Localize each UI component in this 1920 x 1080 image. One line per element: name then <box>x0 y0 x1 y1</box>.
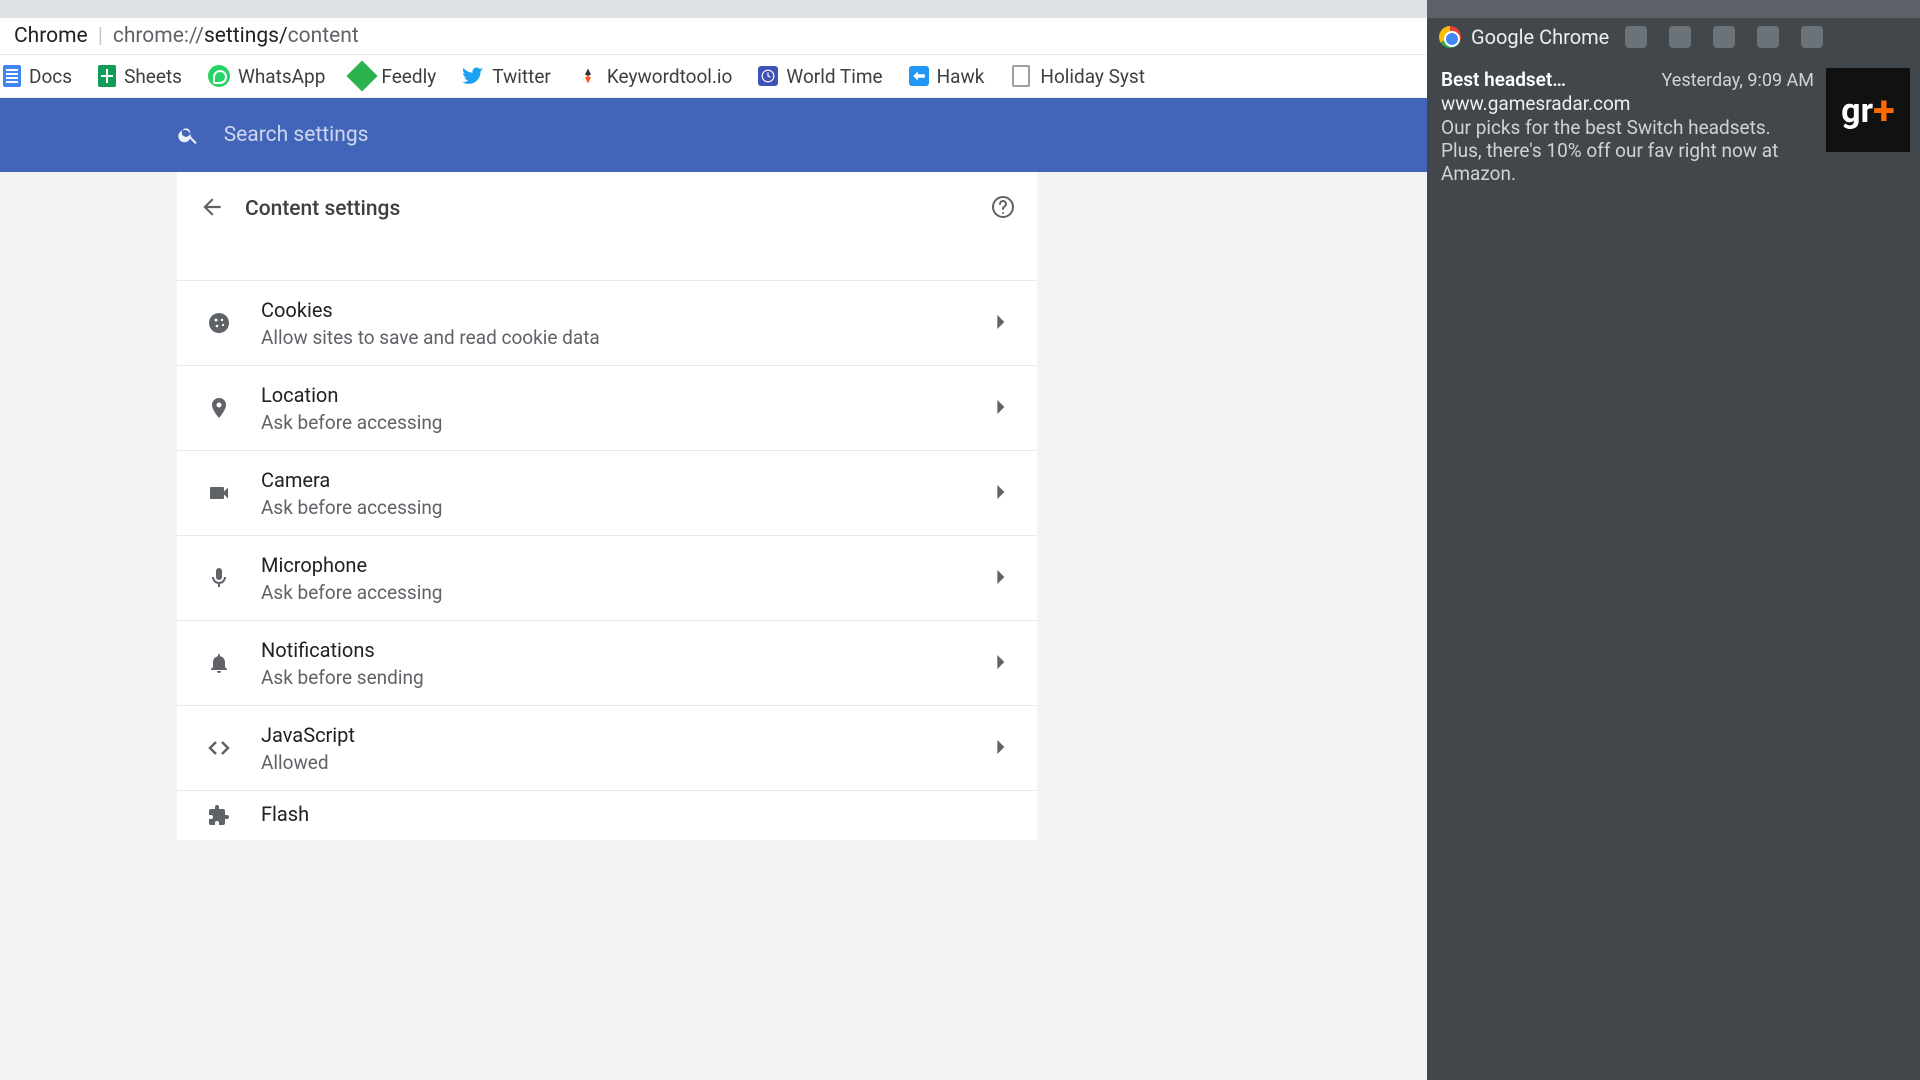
setting-camera[interactable]: Camera Ask before accessing <box>177 450 1037 535</box>
location-icon <box>207 396 247 420</box>
url-scheme: chrome:// <box>113 24 204 48</box>
setting-flash[interactable]: Flash <box>177 790 1037 840</box>
setting-subtitle: Ask before sending <box>261 666 424 689</box>
page-title: Content settings <box>245 197 991 221</box>
bookmark-label: Sheets <box>124 65 182 88</box>
arrow-left-icon <box>199 194 225 220</box>
chevron-right-icon <box>997 314 1007 333</box>
menubar-icon <box>1669 26 1691 48</box>
bookmark-docs[interactable]: Docs <box>3 65 72 88</box>
bookmark-label: WhatsApp <box>238 65 325 88</box>
setting-title: Camera <box>261 468 442 492</box>
setting-title: Flash <box>261 802 309 826</box>
setting-javascript[interactable]: JavaScript Allowed <box>177 705 1037 790</box>
bookmark-label: World Time <box>786 65 882 88</box>
url-page: content <box>288 24 359 48</box>
bookmark-label: Hawk <box>937 65 985 88</box>
hawk-icon <box>909 66 929 86</box>
bookmark-keywordtool[interactable]: Keywordtool.io <box>577 65 733 88</box>
notification-description: Our picks for the best Switch headsets. … <box>1441 116 1814 186</box>
setting-subtitle: Allow sites to save and read cookie data <box>261 326 600 349</box>
bookmark-label: Holiday Syst <box>1040 65 1145 88</box>
setting-notifications[interactable]: Notifications Ask before sending <box>177 620 1037 705</box>
setting-subtitle: Ask before accessing <box>261 411 442 434</box>
menubar-icon <box>1625 26 1647 48</box>
document-icon <box>1012 65 1030 87</box>
notification-title: Best headset… <box>1441 68 1566 91</box>
help-button[interactable] <box>991 195 1015 223</box>
notification-center: Google Chrome Best headset… Yesterday, 9… <box>1427 0 1920 1080</box>
worldtime-icon <box>758 66 778 86</box>
setting-subtitle: Allowed <box>261 751 355 774</box>
chevron-right-icon <box>997 739 1007 758</box>
notification-app-name: Google Chrome <box>1471 25 1609 49</box>
notification-menubar <box>1427 0 1920 18</box>
keywordtool-icon <box>577 65 599 87</box>
setting-title: Cookies <box>261 298 600 322</box>
chevron-right-icon <box>997 569 1007 588</box>
menubar-icon <box>1713 26 1735 48</box>
bookmark-label: Docs <box>29 65 72 88</box>
cookie-icon <box>207 311 247 335</box>
microphone-icon <box>207 566 247 590</box>
setting-location[interactable]: Location Ask before accessing <box>177 365 1037 450</box>
puzzle-icon <box>207 804 247 828</box>
notification-site: www.gamesradar.com <box>1441 92 1814 115</box>
search-input[interactable] <box>224 123 1037 147</box>
url-path-bold: settings/ <box>204 24 288 48</box>
bell-icon <box>207 651 247 675</box>
bookmark-label: Twitter <box>492 65 551 88</box>
bookmark-feedly[interactable]: Feedly <box>351 65 436 88</box>
whatsapp-icon <box>208 65 230 87</box>
notification-time: Yesterday, 9:09 AM <box>1662 70 1814 91</box>
bookmark-twitter[interactable]: Twitter <box>462 65 551 88</box>
setting-subtitle: Ask before accessing <box>261 496 442 519</box>
setting-cookies[interactable]: Cookies Allow sites to save and read coo… <box>177 280 1037 365</box>
chrome-icon <box>1439 26 1461 48</box>
code-icon <box>207 736 247 760</box>
gamesradar-logo-icon: gr+ <box>1841 87 1895 134</box>
bookmark-label: Feedly <box>381 65 436 88</box>
setting-subtitle: Ask before accessing <box>261 581 442 604</box>
bookmark-whatsapp[interactable]: WhatsApp <box>208 65 325 88</box>
chevron-right-icon <box>997 654 1007 673</box>
chevron-right-icon <box>997 484 1007 503</box>
help-icon <box>991 195 1015 219</box>
browser-name: Chrome <box>14 24 88 48</box>
notification-thumbnail: gr+ <box>1826 68 1910 152</box>
setting-title: Location <box>261 383 442 407</box>
sheets-icon <box>98 65 116 87</box>
menubar-icon <box>1757 26 1779 48</box>
bookmark-holiday[interactable]: Holiday Syst <box>1010 65 1145 88</box>
setting-title: JavaScript <box>261 723 355 747</box>
setting-microphone[interactable]: Microphone Ask before accessing <box>177 535 1037 620</box>
search-icon <box>177 123 200 147</box>
divider: | <box>98 24 103 48</box>
notification-card[interactable]: Best headset… Yesterday, 9:09 AM www.gam… <box>1427 56 1920 200</box>
bookmark-label: Keywordtool.io <box>607 65 733 88</box>
bookmark-sheets[interactable]: Sheets <box>98 65 182 88</box>
setting-title: Microphone <box>261 553 442 577</box>
chevron-right-icon <box>997 399 1007 418</box>
bookmark-hawk[interactable]: Hawk <box>909 65 985 88</box>
content-settings-panel: Content settings Cookies Allow sites to … <box>177 172 1037 840</box>
camera-icon <box>207 481 247 505</box>
feedly-icon <box>347 60 378 91</box>
docs-icon <box>3 65 21 87</box>
twitter-icon <box>462 65 484 87</box>
bookmark-worldtime[interactable]: World Time <box>758 65 882 88</box>
setting-title: Notifications <box>261 638 424 662</box>
panel-header: Content settings <box>177 172 1037 246</box>
back-button[interactable] <box>199 194 225 224</box>
menubar-icon <box>1801 26 1823 48</box>
notification-app-header[interactable]: Google Chrome <box>1427 18 1920 56</box>
